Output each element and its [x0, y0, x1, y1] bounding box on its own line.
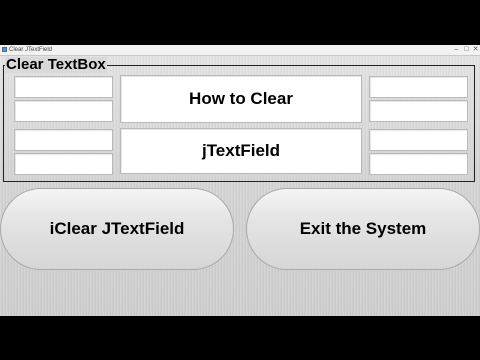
video-letterbox-top — [0, 0, 480, 45]
text-field-jtextfield-value: jTextField — [201, 141, 281, 160]
clear-jtextfield-button[interactable]: iClear JTextField — [0, 188, 234, 270]
video-letterbox-bottom — [0, 316, 480, 360]
text-field-left-2[interactable] — [14, 100, 113, 122]
maximize-icon[interactable]: □ — [462, 45, 471, 55]
text-field-jtextfield[interactable]: jTextField — [120, 128, 362, 174]
clear-jtextfield-button-label: iClear JTextField — [49, 219, 185, 238]
exit-system-button[interactable]: Exit the System — [246, 188, 480, 270]
close-icon[interactable]: ✕ — [471, 45, 480, 55]
text-field-how-to-clear[interactable]: How to Clear — [120, 75, 362, 123]
text-field-left-4[interactable] — [14, 153, 113, 175]
text-field-left-3[interactable] — [14, 129, 113, 151]
text-field-left-1[interactable] — [14, 76, 113, 98]
minimize-icon[interactable]: – — [452, 45, 461, 55]
text-field-right-1[interactable] — [369, 76, 468, 98]
app-window: Clear JTextField – □ ✕ Clear TextBox How… — [0, 45, 480, 316]
text-field-how-to-clear-value: How to Clear — [189, 89, 293, 108]
title-bar: Clear JTextField – □ ✕ — [0, 45, 480, 56]
group-title: Clear TextBox — [5, 56, 107, 73]
window-title: Clear JTextField — [9, 47, 53, 53]
text-field-right-2[interactable] — [369, 100, 468, 122]
text-field-right-4[interactable] — [369, 153, 468, 175]
exit-system-button-label: Exit the System — [299, 219, 427, 238]
text-field-right-3[interactable] — [369, 129, 468, 151]
java-app-icon — [2, 47, 7, 52]
